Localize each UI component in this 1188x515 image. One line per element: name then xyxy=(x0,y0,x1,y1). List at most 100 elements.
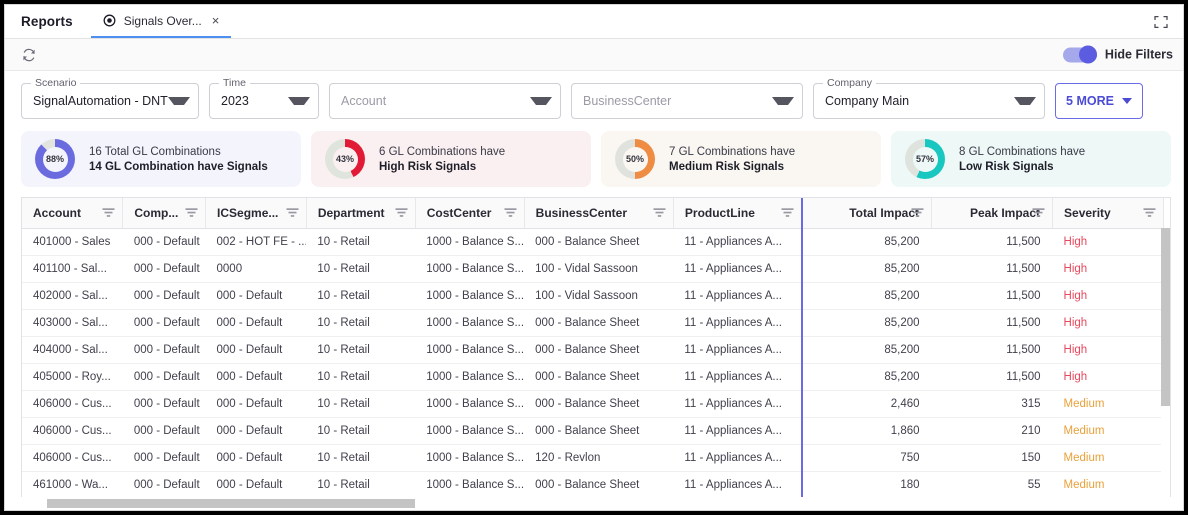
table-cell: 2,460 xyxy=(801,390,932,418)
chevron-down-icon[interactable] xyxy=(168,97,190,105)
table-row[interactable]: 461000 - Wa... 000 - Default 000 - Default… xyxy=(22,471,1164,497)
filter-icon[interactable] xyxy=(653,207,666,218)
filter-icon[interactable] xyxy=(911,207,924,218)
table-cell: 85,200 xyxy=(801,255,932,283)
table-row[interactable]: 405000 - Roy... 000 - Default 000 - Defaul… xyxy=(22,363,1164,391)
table-cell: 10 - Retail xyxy=(306,390,416,418)
chevron-down-icon[interactable] xyxy=(772,97,794,105)
table-cell: 1000 - Balance S... xyxy=(415,309,525,337)
filter-icon[interactable] xyxy=(286,207,299,218)
kpi-line-2: 14 GL Combination have Signals xyxy=(89,160,268,173)
table-cell: 401100 - Sal... xyxy=(22,255,123,283)
table-cell: 11,500 xyxy=(931,282,1053,310)
refresh-icon[interactable] xyxy=(21,47,37,63)
table-row[interactable]: 404000 - Sal... 000 - Default 000 - Defaul… xyxy=(22,336,1164,364)
filter-account[interactable]: Account xyxy=(329,83,561,119)
hide-filters-toggle[interactable] xyxy=(1062,45,1097,64)
kpi-card-2[interactable]: 43% 6 GL Combinations have High Risk Signa… xyxy=(311,131,591,187)
column-header-label: ICSegme... xyxy=(217,205,279,220)
horizontal-scrollbar[interactable] xyxy=(21,499,1171,508)
signals-table: Account Comp... ICSegme... Department CostCe… xyxy=(22,198,1164,497)
column-header-account[interactable]: Account xyxy=(22,198,124,229)
table-cell: 404000 - Sal... xyxy=(22,336,123,364)
column-header-productline[interactable]: ProductLine xyxy=(673,198,803,229)
hide-filters-control[interactable]: Hide Filters xyxy=(1062,45,1173,64)
table-row[interactable]: 406000 - Cus... 000 - Default 000 - Defaul… xyxy=(22,417,1164,445)
table-row[interactable]: 406000 - Cus... 000 - Default 000 - Defaul… xyxy=(22,444,1164,472)
more-filters-button[interactable]: 5 MORE xyxy=(1055,83,1143,119)
table-header-row: Account Comp... ICSegme... Department CostCe… xyxy=(22,198,1164,229)
table-row[interactable]: 401100 - Sal... 000 - Default 0000 10 - Ret… xyxy=(22,255,1164,283)
filter-icon[interactable] xyxy=(781,207,794,218)
table-cell: 10 - Retail xyxy=(306,255,416,283)
filter-company-legend: Company xyxy=(823,77,876,89)
filter-icon[interactable] xyxy=(504,207,517,218)
filter-icon[interactable] xyxy=(102,207,115,218)
table-cell: 000 - Default xyxy=(122,417,206,445)
column-header-businesscenter[interactable]: BusinessCenter xyxy=(524,198,674,229)
table-cell: 403000 - Sal... xyxy=(22,309,123,337)
column-header-icsegme[interactable]: ICSegme... xyxy=(205,198,307,229)
filter-scenario[interactable]: Scenario SignalAutomation - DNT xyxy=(21,77,199,119)
table-cell: 10 - Retail xyxy=(306,471,416,497)
tab-signals-overview[interactable]: Signals Over... × xyxy=(90,5,232,38)
table-cell: 11 - Appliances A... xyxy=(673,363,803,391)
table-cell: 120 - Revlon xyxy=(524,444,674,472)
table-cell: 1000 - Balance S... xyxy=(415,363,525,391)
expand-fullscreen-icon[interactable] xyxy=(1153,14,1169,30)
kpi-card-4[interactable]: 57% 8 GL Combinations have Low Risk Signal… xyxy=(891,131,1171,187)
table-row[interactable]: 403000 - Sal... 000 - Default 000 - Defaul… xyxy=(22,309,1164,337)
table-cell: 405000 - Roy... xyxy=(22,363,123,391)
column-header-costcenter[interactable]: CostCenter xyxy=(415,198,525,229)
signals-table-container[interactable]: Account Comp... ICSegme... Department CostCe… xyxy=(21,197,1171,497)
table-cell: 10 - Retail xyxy=(306,282,416,310)
table-header: Account Comp... ICSegme... Department CostCe… xyxy=(22,198,1164,229)
table-cell: 401000 - Sales xyxy=(22,228,123,256)
column-header-department[interactable]: Department xyxy=(306,198,416,229)
kpi-card-1[interactable]: 88% 16 Total GL Combinations 14 GL Combina… xyxy=(21,131,301,187)
horizontal-scrollbar-thumb[interactable] xyxy=(47,499,415,508)
table-cell: 000 - Default xyxy=(122,363,206,391)
page-title: Reports xyxy=(21,14,73,29)
status-badge: Medium xyxy=(1052,444,1164,472)
close-icon[interactable]: × xyxy=(210,14,220,27)
kpi-donut-chart: 57% xyxy=(905,139,945,179)
filter-icon[interactable] xyxy=(185,207,198,218)
table-cell: 000 - Default xyxy=(122,255,206,283)
kpi-line-2: High Risk Signals xyxy=(379,160,477,173)
filter-time[interactable]: Time 2023 xyxy=(209,77,319,119)
signal-dot-icon xyxy=(103,14,116,27)
table-cell: 1000 - Balance S... xyxy=(415,444,525,472)
column-header-label: Total Impact xyxy=(849,205,920,220)
filter-icon[interactable] xyxy=(1032,207,1045,218)
filter-businesscenter[interactable]: BusinessCenter xyxy=(571,83,803,119)
chevron-down-icon[interactable] xyxy=(1014,97,1036,105)
filter-scenario-value: SignalAutomation - DNT xyxy=(33,94,168,108)
kpi-card-3[interactable]: 50% 7 GL Combinations have Medium Risk Sig… xyxy=(601,131,881,187)
table-cell: 11 - Appliances A... xyxy=(673,390,803,418)
filter-icon[interactable] xyxy=(395,207,408,218)
filter-businesscenter-placeholder: BusinessCenter xyxy=(583,94,672,108)
column-header-comp[interactable]: Comp... xyxy=(122,198,207,229)
column-header-label: Department xyxy=(317,205,385,220)
column-header-severity[interactable]: Severity xyxy=(1052,198,1164,229)
vertical-scrollbar-thumb[interactable] xyxy=(1161,228,1170,406)
vertical-scrollbar[interactable] xyxy=(1161,228,1170,497)
table-cell: 1000 - Balance S... xyxy=(415,255,525,283)
table-row[interactable]: 401000 - Sales 000 - Default 002 - HOT FE … xyxy=(22,228,1164,256)
table-row[interactable]: 406000 - Cus... 000 - Default 000 - Defaul… xyxy=(22,390,1164,418)
table-row[interactable]: 402000 - Sal... 000 - Default 000 - Defaul… xyxy=(22,282,1164,310)
chevron-down-icon[interactable] xyxy=(530,97,552,105)
table-cell: 000 - Default xyxy=(205,417,307,445)
filter-time-value: 2023 xyxy=(221,94,249,108)
filter-icon[interactable] xyxy=(1143,207,1156,218)
chevron-down-icon[interactable] xyxy=(288,97,310,105)
column-header-total-impact[interactable]: Total Impact xyxy=(801,198,933,229)
table-cell: 11 - Appliances A... xyxy=(673,255,803,283)
filter-time-legend: Time xyxy=(219,77,250,89)
column-header-label: Peak Impact xyxy=(969,205,1041,220)
column-header-peak-impact[interactable]: Peak Impact xyxy=(931,198,1054,229)
table-cell: 000 - Default xyxy=(122,471,206,497)
filter-company[interactable]: Company Company Main xyxy=(813,77,1045,119)
status-badge: Medium xyxy=(1052,471,1164,497)
